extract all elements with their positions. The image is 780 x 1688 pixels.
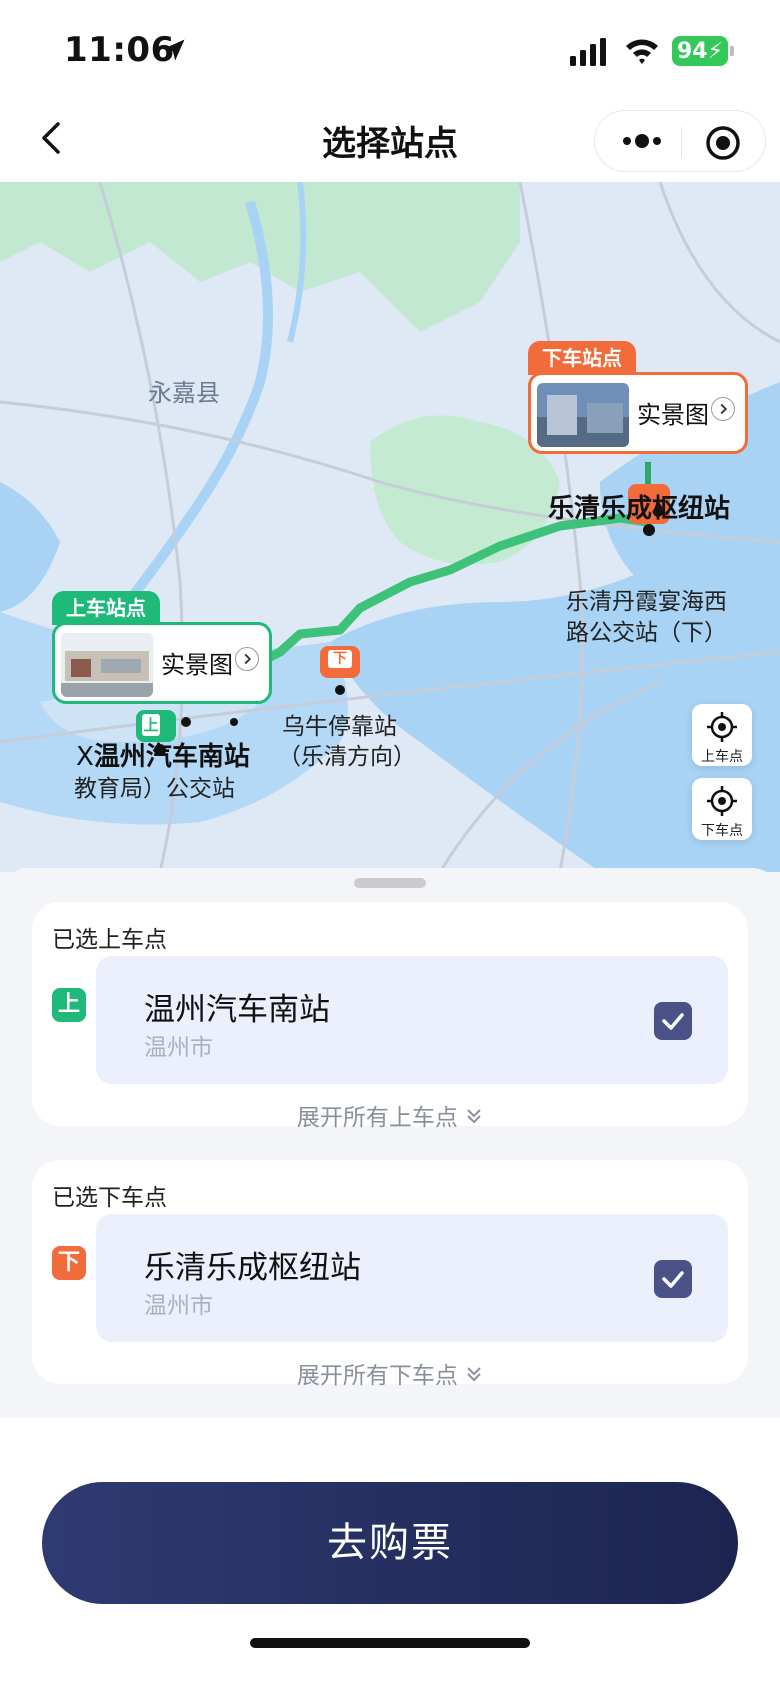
signal-icon — [570, 38, 606, 66]
battery-cap — [730, 46, 734, 56]
pickup-station-row[interactable]: 温州汽车南站 温州市 — [96, 956, 728, 1084]
wifi-icon — [626, 39, 658, 64]
home-indicator — [250, 1638, 530, 1648]
pickup-checkbox[interactable] — [654, 1002, 692, 1040]
expand-pickup-label: 展开所有上车点 — [296, 1105, 458, 1131]
mid-stop-label-2: （乐清方向） — [278, 744, 416, 770]
nearby-stop-label-1: 乐清丹霞宴海西 — [566, 589, 727, 615]
dropoff-photo-thumbnail — [537, 383, 629, 447]
footer-bar: 去购票 — [0, 1418, 780, 1688]
locate-pickup-label: 上车点 — [701, 749, 743, 765]
dropoff-photo-popup[interactable]: 下车站点 实景图 — [528, 341, 748, 454]
pickup-card-title: 已选上车点 — [52, 927, 167, 953]
more-icon[interactable] — [619, 125, 665, 157]
pickup-station-map-label: X温州汽车南站 — [76, 742, 250, 773]
locate-icon — [707, 786, 737, 816]
sheet-drag-handle[interactable] — [354, 878, 426, 888]
mid-stop-marker-label: 下 — [333, 651, 347, 667]
expand-dropoff-label: 展开所有下车点 — [296, 1363, 458, 1389]
dropoff-station-map-label: 乐清乐成枢纽站 — [548, 494, 731, 524]
pickup-tag: 上车站点 — [52, 591, 160, 625]
route-map[interactable]: 永嘉县 下车站点 实景图 乐清乐成枢纽站 乐清丹霞宴海西 路公交站（下） 下 乌… — [0, 182, 780, 872]
pickup-card: 已选上车点 上 温州汽车南站 温州市 展开所有上车点 — [32, 902, 748, 1131]
dropoff-badge: 下 — [52, 1246, 86, 1280]
mid-stop-label-1: 乌牛停靠站 — [282, 714, 397, 740]
dropoff-photo-label: 实景图 — [637, 401, 709, 429]
status-bar: 11:06 94 ⚡ — [0, 0, 780, 100]
expand-dropoff-link[interactable]: 展开所有下车点 — [32, 1356, 748, 1390]
dropoff-station-name: 乐清乐成枢纽站 — [144, 1250, 361, 1286]
location-arrow-icon — [163, 39, 185, 61]
check-icon — [662, 1271, 684, 1288]
station-sheet: 已选上车点 上 温州汽车南站 温州市 展开所有上车点 已选下车点 下 乐清乐成枢… — [0, 868, 780, 1418]
pickup-photo-label: 实景图 — [161, 651, 233, 679]
dropoff-card-title: 已选下车点 — [52, 1185, 167, 1211]
dropoff-station-row[interactable]: 乐清乐成枢纽站 温州市 — [96, 1214, 728, 1342]
pickup-nearby-label: 教育局）公交站 — [74, 776, 235, 802]
nearby-stop-dots — [181, 717, 238, 727]
locate-dropoff-label: 下车点 — [701, 823, 743, 839]
pickup-badge: 上 — [52, 988, 86, 1022]
pickup-station-name: 温州汽车南站 — [144, 992, 330, 1028]
check-icon — [662, 1013, 684, 1030]
pickup-photo-popup[interactable]: 上车站点 实景图 — [52, 591, 272, 704]
double-chevron-down-icon — [467, 1367, 481, 1382]
nearby-stop-prefix: X — [76, 742, 94, 772]
locate-pickup-button[interactable]: 上车点 — [692, 704, 752, 766]
pickup-photo-thumbnail — [61, 633, 153, 697]
nav-bar: 选择站点 — [0, 100, 780, 182]
nearby-stop-label-2: 路公交站（下） — [566, 620, 727, 646]
battery-level: 94 — [676, 38, 708, 64]
locate-icon — [707, 712, 737, 742]
capsule-divider — [681, 127, 682, 157]
pickup-marker-label: 上 — [143, 716, 159, 734]
battery-indicator: 94 ⚡ — [672, 36, 728, 66]
chevron-right-icon — [711, 397, 735, 421]
dropoff-card: 已选下车点 下 乐清乐成枢纽站 温州市 展开所有下车点 — [32, 1160, 748, 1389]
charging-icon: ⚡ — [707, 38, 724, 64]
chevron-right-icon — [235, 647, 259, 671]
mini-program-capsule — [594, 110, 766, 172]
buy-ticket-button[interactable]: 去购票 — [42, 1482, 738, 1604]
pickup-station-city: 温州市 — [144, 1035, 213, 1061]
dropoff-tag: 下车站点 — [528, 341, 636, 375]
pickup-station-name: 温州汽车南站 — [93, 742, 250, 772]
locate-dropoff-button[interactable]: 下车点 — [692, 778, 752, 840]
dropoff-station-city: 温州市 — [144, 1293, 213, 1319]
status-time: 11:06 — [64, 30, 175, 70]
dropoff-checkbox[interactable] — [654, 1260, 692, 1298]
target-icon[interactable] — [705, 125, 741, 161]
expand-pickup-link[interactable]: 展开所有上车点 — [32, 1098, 748, 1132]
county-label: 永嘉县 — [148, 379, 220, 407]
double-chevron-down-icon — [467, 1109, 481, 1124]
